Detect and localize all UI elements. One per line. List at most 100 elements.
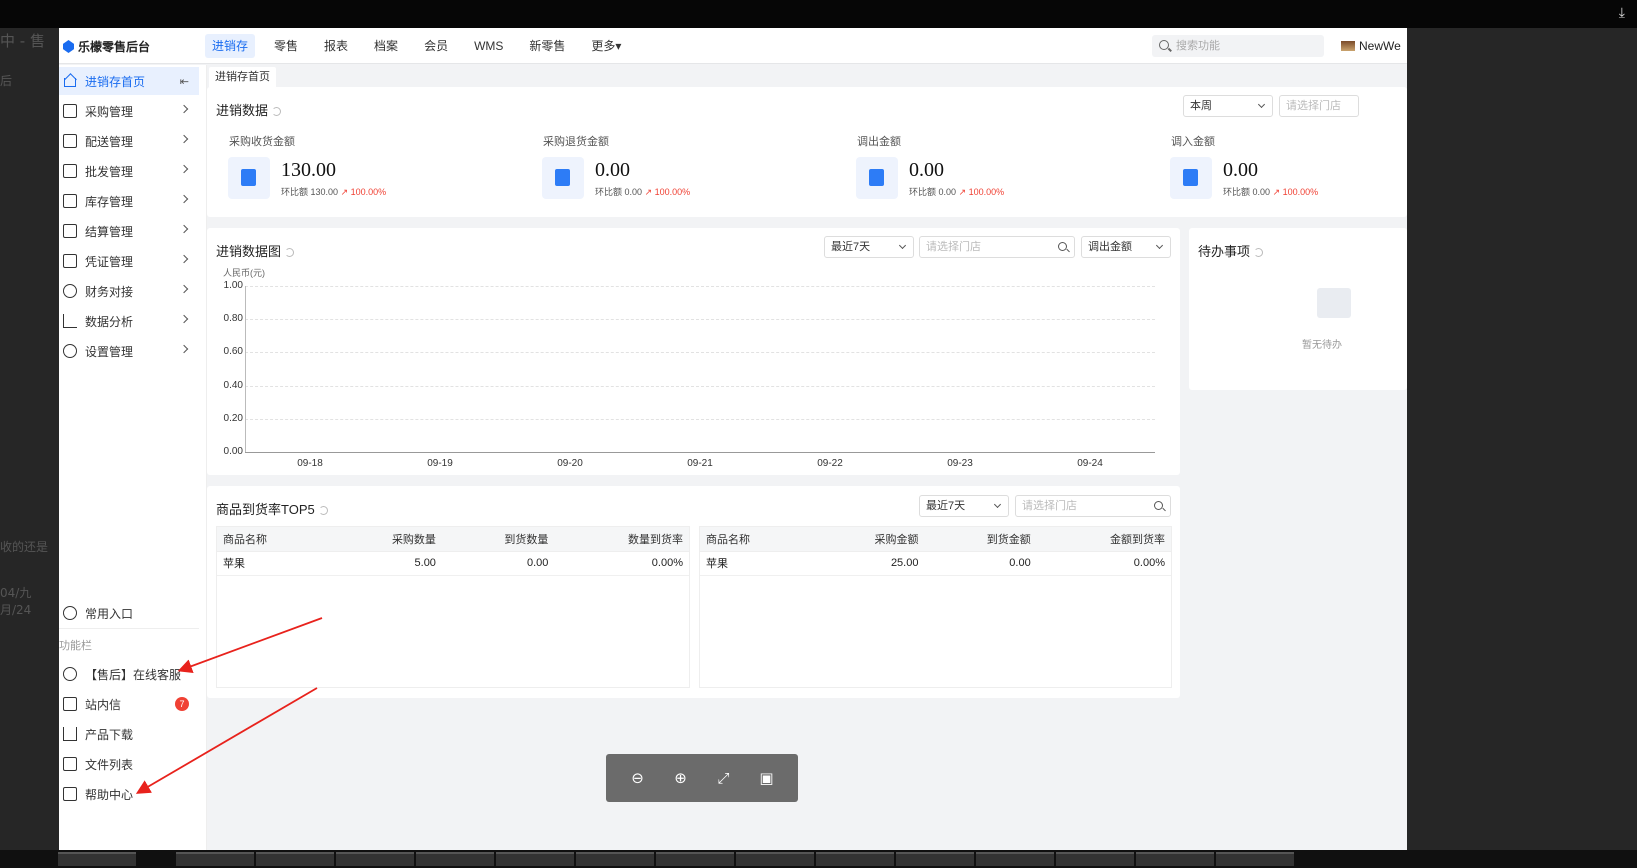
nav-item-new-retail[interactable]: 新零售 — [522, 34, 572, 58]
taskbar-item[interactable] — [416, 852, 494, 866]
arrow-to-help-center — [135, 687, 318, 794]
chevron-down-icon — [898, 241, 907, 250]
compare-value: 0.00 — [1252, 187, 1271, 197]
metric-compare: 环比额 0.00 ↗ 100.00% — [1223, 185, 1318, 198]
x-tick-label: 09-22 — [817, 458, 843, 469]
download-icon[interactable]: ⤓ — [1619, 4, 1625, 21]
nav-item-more[interactable]: 更多▾ — [584, 34, 628, 58]
change-percent: 100.00% — [968, 187, 1005, 197]
viewer-top-bar: ⤓ — [0, 0, 1637, 28]
metric-transfer-out: 调出金额 0.00 环比额 0.00 ↗ 100.00% — [845, 133, 1145, 203]
todo-title: 待办事项 — [1198, 241, 1264, 260]
metric-transfer-in: 调入金额 0.00 环比额 0.00 ↗ 100.00% — [1159, 133, 1407, 203]
refresh-icon[interactable] — [1254, 248, 1264, 258]
table-cell: 0.00 — [924, 551, 1037, 576]
period-value: 本周 — [1190, 100, 1212, 112]
compare-value: 0.00 — [624, 187, 643, 197]
zoom-in-icon[interactable]: ⊕ — [669, 769, 693, 787]
top5-range-select[interactable]: 最近7天 — [919, 495, 1009, 517]
chart-metric-select[interactable]: 调出金额 — [1081, 236, 1171, 258]
user-menu[interactable]: NewWe — [1341, 39, 1401, 53]
transfer-out-icon — [856, 157, 898, 199]
app-window: 乐檬零售后台 进销存 零售 报表 档案 会员 WMS 新零售 更多▾ 搜索功能 … — [59, 28, 1407, 850]
chart-range-select[interactable]: 最近7天 — [824, 236, 914, 258]
store-placeholder: 请选择门店 — [1286, 100, 1341, 112]
metric-label: 调入金额 — [1171, 136, 1215, 148]
col-header[interactable]: 数量到货率 — [554, 527, 689, 552]
purchase-return-icon — [542, 157, 584, 199]
background-right — [1407, 28, 1637, 868]
user-name: NewWe — [1359, 39, 1401, 53]
taskbar-item[interactable] — [336, 852, 414, 866]
x-tick-label: 09-23 — [947, 458, 973, 469]
taskbar-item[interactable] — [1056, 852, 1134, 866]
taskbar-item[interactable] — [256, 852, 334, 866]
fullscreen-icon[interactable]: ⤢ — [712, 770, 736, 787]
todo-card: 待办事项 暂无待办 — [1189, 228, 1407, 390]
taskbar-item[interactable] — [576, 852, 654, 866]
table-cell: 25.00 — [812, 551, 925, 576]
slideshow-icon[interactable]: ▣ — [755, 769, 779, 787]
range-value: 最近7天 — [926, 500, 966, 512]
compare-value: 0.00 — [938, 187, 957, 197]
nav-item-wms[interactable]: WMS — [467, 34, 510, 58]
x-tick-label: 09-24 — [1077, 458, 1103, 469]
period-select[interactable]: 本周 — [1183, 95, 1273, 117]
annotation-arrows — [135, 617, 323, 794]
todo-title-text: 待办事项 — [1198, 244, 1251, 259]
feature-search-input[interactable]: 搜索功能 — [1152, 35, 1324, 57]
range-value: 最近7天 — [831, 241, 871, 253]
col-header[interactable]: 商品名称 — [700, 527, 813, 552]
taskbar-item[interactable] — [1216, 852, 1294, 866]
search-icon — [1159, 40, 1169, 50]
chevron-down-icon — [1257, 100, 1266, 109]
trend-up-icon: ↗ — [644, 187, 653, 197]
col-header[interactable]: 到货金额 — [924, 527, 1037, 552]
table-cell: 苹果 — [700, 551, 813, 576]
change-percent: 100.00% — [654, 187, 691, 197]
chart-store-select[interactable]: 请选择门店 — [919, 236, 1075, 258]
store-placeholder: 请选择门店 — [1022, 500, 1077, 512]
transfer-in-icon — [1170, 157, 1212, 199]
table-header-row: 商品名称 采购金额 到货金额 金额到货率 — [700, 527, 1171, 552]
taskbar-item[interactable] — [58, 852, 136, 866]
trend-up-icon: ↗ — [1272, 187, 1281, 197]
x-tick-label: 09-21 — [687, 458, 713, 469]
search-icon — [1058, 242, 1067, 251]
arrow-to-customer-service — [177, 617, 323, 674]
metric-label: 采购退货金额 — [543, 136, 609, 148]
metric-value: 0.00 — [1223, 159, 1258, 181]
taskbar-item[interactable] — [1136, 852, 1214, 866]
taskbar-item[interactable] — [176, 852, 254, 866]
metric-value: 0.00 — [909, 159, 944, 181]
store-placeholder: 请选择门店 — [926, 241, 981, 253]
table-cell: 0.00% — [1036, 551, 1171, 576]
x-tick-label: 09-20 — [557, 458, 583, 469]
chevron-down-icon — [1155, 241, 1164, 250]
empty-state-icon — [1317, 288, 1351, 318]
search-icon — [1154, 501, 1163, 510]
table-row[interactable]: 苹果 25.00 0.00 0.00% — [700, 551, 1171, 576]
taskbar-item[interactable] — [976, 852, 1054, 866]
taskbar-item[interactable] — [656, 852, 734, 866]
taskbar-item[interactable] — [816, 852, 894, 866]
taskbar-item[interactable] — [736, 852, 814, 866]
image-viewer-toolbar: ⊖ ⊕ ⤢ ▣ — [606, 754, 798, 802]
metric-label: 调出金额 — [857, 136, 901, 148]
top5-store-select[interactable]: 请选择门店 — [1015, 495, 1171, 517]
ghost-text: 04/九月/24 — [0, 586, 32, 617]
col-header[interactable]: 金额到货率 — [1036, 527, 1171, 552]
metric-value: 0.00 — [595, 159, 630, 181]
col-header[interactable]: 采购金额 — [812, 527, 925, 552]
search-placeholder: 搜索功能 — [1176, 40, 1220, 52]
metric-purchase-return: 采购退货金额 0.00 环比额 0.00 ↗ 100.00% — [531, 133, 831, 203]
store-select[interactable]: 请选择门店 — [1279, 95, 1359, 117]
taskbar-item[interactable] — [896, 852, 974, 866]
table-cell: 0.00% — [554, 551, 689, 576]
avatar — [1341, 41, 1355, 51]
ghost-text: 后 — [0, 74, 13, 88]
taskbar-item[interactable] — [496, 852, 574, 866]
metric-value: 调出金额 — [1088, 241, 1132, 253]
zoom-out-icon[interactable]: ⊖ — [626, 769, 650, 787]
todo-empty-text: 暂无待办 — [1302, 340, 1342, 351]
